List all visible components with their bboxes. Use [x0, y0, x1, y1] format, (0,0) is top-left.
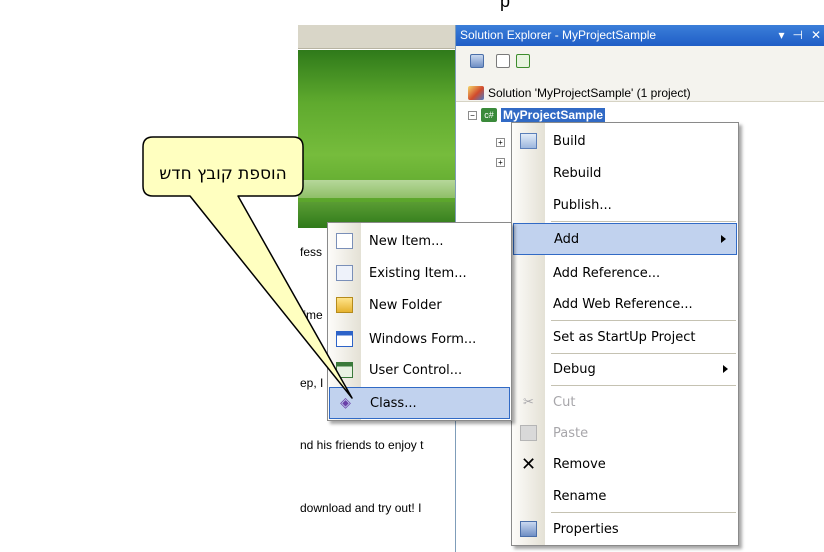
callout-text: הוספת קובץ חדש	[159, 164, 287, 184]
callout-balloon	[142, 136, 353, 399]
